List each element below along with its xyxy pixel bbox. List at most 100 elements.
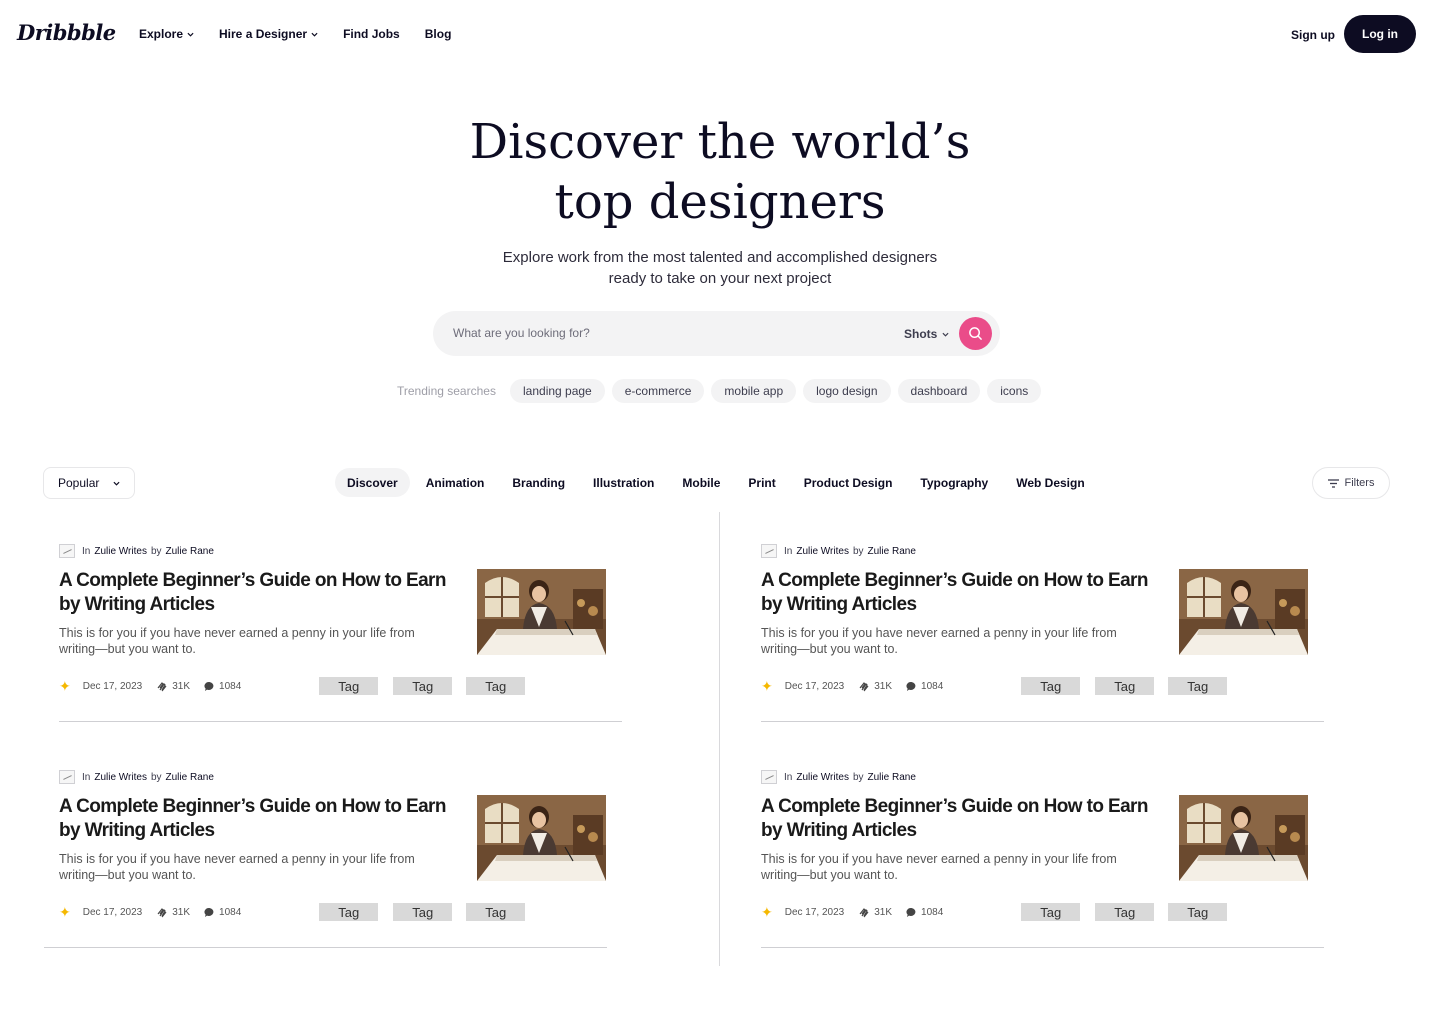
nav-find-jobs[interactable]: Find Jobs — [343, 27, 400, 41]
nav-blog[interactable]: Blog — [425, 27, 452, 41]
tag-chip[interactable]: Tag — [1168, 677, 1228, 695]
tab-animation[interactable]: Animation — [414, 468, 497, 497]
article-excerpt: This is for you if you have never earned… — [59, 852, 415, 882]
trending-chip-dashboard[interactable]: dashboard — [897, 379, 981, 403]
category-tabs: Discover Animation Branding Illustration… — [335, 468, 1097, 497]
tab-discover[interactable]: Discover — [335, 468, 410, 497]
tab-illustration[interactable]: Illustration — [581, 468, 666, 497]
claps-count: 31K — [172, 906, 191, 918]
author-link[interactable]: Zulie Rane — [166, 772, 214, 783]
article-date: Dec 17, 2023 — [83, 907, 143, 918]
search-button[interactable] — [959, 317, 992, 350]
date-text: Dec 17, 2023 — [784, 680, 845, 692]
article-title[interactable]: A Complete Beginner’s Guide on How to Ea… — [761, 569, 1161, 617]
publication-link[interactable]: Zulie Writes — [796, 546, 849, 557]
card-divider — [44, 947, 607, 948]
publication-logo — [59, 544, 75, 558]
trending-chip-e-commerce[interactable]: e-commerce — [611, 379, 705, 403]
publication-link[interactable]: Zulie Writes — [94, 546, 147, 557]
trending-chip-landing-page[interactable]: landing page — [510, 379, 605, 403]
tab-typography[interactable]: Typography — [908, 468, 1000, 497]
comments-count: 1084 — [921, 680, 944, 692]
tab-print[interactable]: Print — [736, 468, 787, 497]
article-thumbnail[interactable] — [477, 795, 606, 881]
filter-icon — [1327, 478, 1339, 488]
author-link[interactable]: Zulie Rane — [868, 772, 916, 783]
article-stats: ✦ Dec 17, 2023 31K 1084 Tag Tag Tag — [59, 903, 540, 921]
article-thumbnail[interactable] — [1179, 569, 1308, 655]
clap-icon — [859, 908, 869, 918]
by-label: by — [852, 771, 864, 783]
nav-hire-designer[interactable]: Hire a Designer — [219, 27, 318, 41]
publication-link[interactable]: Zulie Writes — [94, 772, 147, 783]
by-label: by — [150, 545, 162, 557]
in-label: In — [82, 545, 91, 557]
author-link[interactable]: Zulie Rane — [868, 546, 916, 557]
article-title[interactable]: A Complete Beginner’s Guide on How to Ea… — [59, 795, 459, 843]
article-stats: ✦ Dec 17, 2023 31K 1084 Tag Tag Tag — [761, 677, 1242, 695]
tag-chip[interactable]: Tag — [1095, 677, 1155, 695]
comments-count: 1084 — [219, 906, 242, 918]
main-nav: Explore Hire a Designer Find Jobs Blog — [139, 27, 476, 41]
clap-icon — [859, 682, 869, 692]
sort-label: Popular — [58, 476, 100, 490]
hero-title-line2: top designers — [554, 174, 886, 230]
publication-link[interactable]: Zulie Writes — [796, 772, 849, 783]
tag-chip[interactable]: Tag — [466, 677, 526, 695]
tag-chip[interactable]: Tag — [1168, 903, 1228, 921]
log-in-button[interactable]: Log in — [1344, 15, 1416, 53]
article-title[interactable]: A Complete Beginner’s Guide on How to Ea… — [59, 569, 459, 617]
comments-count: 1084 — [921, 906, 944, 918]
claps-stat: 31K — [156, 906, 190, 918]
trending-chip-icons[interactable]: icons — [987, 379, 1042, 403]
article-title[interactable]: A Complete Beginner’s Guide on How to Ea… — [761, 795, 1161, 843]
article-card[interactable]: In Zulie Writes by Zulie Rane A Complete… — [44, 770, 621, 980]
nav-hire-designer-label: Hire a Designer — [219, 27, 308, 41]
tag-chip[interactable]: Tag — [319, 903, 379, 921]
claps-stat: 31K — [858, 906, 892, 918]
comments-stat: 1084 — [906, 907, 943, 918]
chevron-down-icon — [113, 481, 120, 486]
claps-count: 31K — [172, 680, 191, 692]
filters-button[interactable]: Filters — [1312, 467, 1390, 499]
column-divider — [719, 512, 720, 966]
search-scope-select[interactable]: Shots — [904, 327, 949, 341]
hero-subtitle-line2: ready to take on your next project — [608, 270, 832, 287]
card-divider — [761, 721, 1324, 722]
search-scope-label: Shots — [904, 327, 938, 341]
tab-web-design[interactable]: Web Design — [1004, 468, 1096, 497]
tag-chip[interactable]: Tag — [319, 677, 379, 695]
author-link[interactable]: Zulie Rane — [166, 546, 214, 557]
tag-chip[interactable]: Tag — [1021, 903, 1081, 921]
claps-stat: 31K — [858, 680, 892, 692]
article-thumbnail[interactable] — [1179, 795, 1308, 881]
trending-chip-mobile-app[interactable]: mobile app — [711, 379, 797, 403]
tag-chip[interactable]: Tag — [1021, 677, 1081, 695]
tag-chip[interactable]: Tag — [393, 903, 453, 921]
dribbble-logo[interactable]: Dribbble — [17, 20, 116, 45]
tab-branding[interactable]: Branding — [500, 468, 577, 497]
hero-subtitle-line1: Explore work from the most talented and … — [502, 249, 938, 266]
tag-chip[interactable]: Tag — [466, 903, 526, 921]
chevron-down-icon — [942, 332, 949, 337]
trending-chip-logo-design[interactable]: logo design — [803, 379, 891, 403]
tag-chip[interactable]: Tag — [1095, 903, 1155, 921]
comment-icon — [204, 907, 214, 917]
claps-count: 31K — [874, 906, 893, 918]
article-stats: ✦ Dec 17, 2023 31K 1084 Tag Tag Tag — [59, 677, 540, 695]
article-card[interactable]: In Zulie Writes by Zulie Rane A Complete… — [761, 770, 1324, 980]
sort-dropdown[interactable]: Popular — [43, 467, 135, 499]
article-card[interactable]: In Zulie Writes by Zulie Rane A Complete… — [761, 544, 1324, 754]
article-date: Dec 17, 2023 — [785, 681, 845, 692]
hero-title-line1: Discover the world’s — [469, 114, 971, 170]
nav-explore[interactable]: Explore — [139, 27, 194, 41]
tab-mobile[interactable]: Mobile — [670, 468, 732, 497]
nav-blog-label: Blog — [424, 27, 452, 41]
article-thumbnail[interactable] — [477, 569, 606, 655]
article-card[interactable]: In Zulie Writes by Zulie Rane A Complete… — [59, 544, 622, 754]
search-input[interactable]: What are you looking for? — [453, 326, 590, 340]
tag-chip[interactable]: Tag — [393, 677, 453, 695]
tab-product-design[interactable]: Product Design — [792, 468, 905, 497]
sign-up-link[interactable]: Sign up — [1291, 28, 1335, 42]
chevron-down-icon — [187, 32, 194, 37]
